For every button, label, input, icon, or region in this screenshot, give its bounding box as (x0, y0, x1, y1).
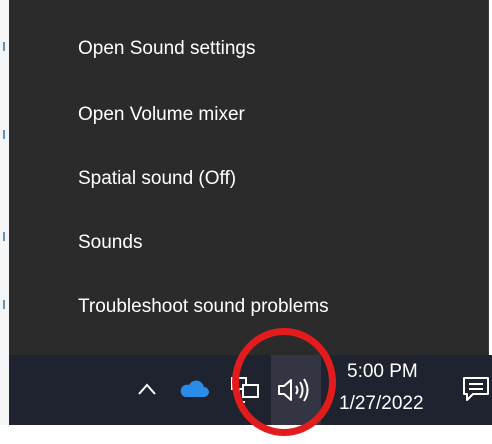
clock-date: 1/27/2022 (339, 393, 424, 414)
show-hidden-icons-button[interactable] (135, 377, 159, 401)
desktop-edge-mark (3, 300, 5, 309)
network-button[interactable] (228, 373, 262, 407)
taskbar: 5:00 PM 1/27/2022 (9, 355, 492, 425)
action-center-button[interactable] (461, 371, 491, 407)
menu-item-troubleshoot-sound-problems[interactable]: Troubleshoot sound problems (9, 283, 488, 331)
desktop-edge-mark (3, 232, 5, 241)
onedrive-cloud-icon (180, 380, 209, 397)
onedrive-button[interactable] (177, 375, 211, 403)
menu-item-spatial-sound[interactable]: Spatial sound (Off) (9, 155, 488, 203)
menu-item-sounds[interactable]: Sounds (9, 219, 488, 267)
chevron-up-icon (138, 383, 156, 395)
menu-item-open-volume-mixer[interactable]: Open Volume mixer (9, 91, 488, 139)
taskbar-clock[interactable]: 5:00 PM 1/27/2022 (339, 355, 449, 425)
screenshot-bottom-margin (0, 425, 492, 444)
clock-time: 5:00 PM (347, 361, 418, 382)
volume-button[interactable] (273, 372, 317, 408)
menu-item-open-sound-settings[interactable]: Open Sound settings (9, 25, 488, 73)
network-icon (231, 377, 259, 403)
desktop-edge-mark (3, 42, 5, 51)
speaker-volume-icon (278, 378, 309, 402)
action-center-icon (463, 377, 489, 401)
sound-context-menu: Open Sound settings Open Volume mixer Sp… (9, 0, 489, 355)
desktop-edge-mark (3, 130, 5, 139)
